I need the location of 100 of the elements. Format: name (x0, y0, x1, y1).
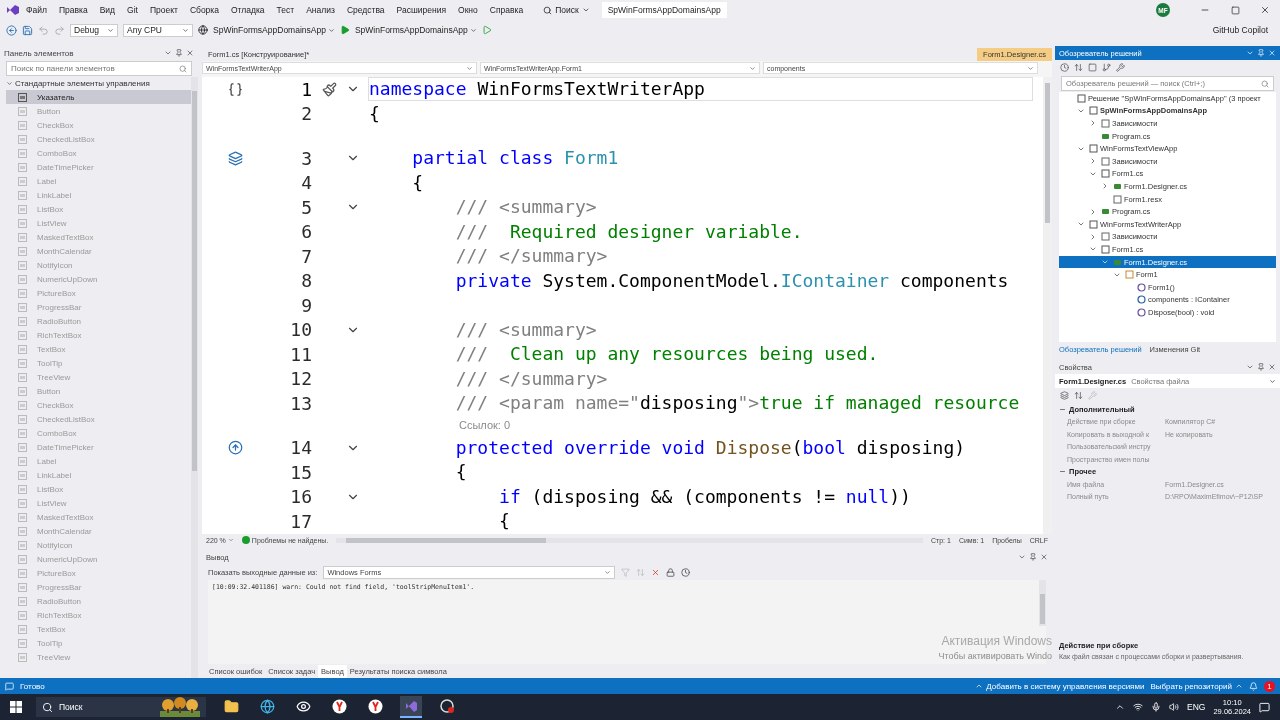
menu-item[interactable]: Git (121, 5, 144, 15)
circle-icon[interactable] (331, 698, 347, 714)
file-icon (1101, 207, 1110, 217)
message-icon (5, 681, 14, 691)
reference-count[interactable]: Ссылок: 0 (459, 418, 511, 431)
menu-item[interactable]: Проект (143, 5, 184, 15)
pin-icon[interactable] (175, 49, 183, 57)
scroll-thumb[interactable] (192, 91, 197, 471)
menu-item[interactable]: Сборка (183, 5, 225, 15)
search-button[interactable]: Поиск (535, 5, 598, 15)
notification-badge: 1 (1264, 680, 1275, 692)
caret-icon (1235, 682, 1243, 690)
code-line: { (454, 460, 468, 485)
code-line: { (411, 170, 425, 195)
collapse-icon[interactable] (1088, 63, 1097, 72)
menu-item[interactable]: Анализ (300, 5, 341, 15)
file-icon (1101, 131, 1110, 141)
clear-icon[interactable] (651, 567, 661, 577)
search-icon (42, 701, 53, 713)
tray-icon[interactable] (1115, 702, 1126, 712)
categorized-icon[interactable] (1060, 391, 1069, 400)
search-icon (1261, 79, 1269, 88)
file-icon (1113, 257, 1122, 267)
copilot-button[interactable]: GitHub Copilot (1212, 25, 1268, 35)
collapsed-icon[interactable] (1089, 157, 1097, 166)
caret-icon (466, 64, 473, 72)
dropdown-icon[interactable] (1246, 363, 1254, 371)
code-line: if (disposing && (components != null)) (498, 484, 912, 509)
menu-item[interactable]: Расширения (390, 5, 452, 15)
collapsed-icon[interactable] (1089, 119, 1097, 128)
sync-icon[interactable] (1074, 63, 1083, 72)
collapsed-icon[interactable] (1101, 182, 1109, 191)
volume-icon[interactable] (1169, 702, 1180, 712)
start-button[interactable]: SpWinFormsAppDomainsApp (354, 25, 477, 35)
notifications-icon[interactable] (1259, 701, 1270, 713)
menu-item[interactable]: Отладка (225, 5, 271, 15)
menu-item[interactable]: Вид (93, 5, 121, 15)
menu-item[interactable]: Тест (270, 5, 301, 15)
pin-icon[interactable] (1257, 363, 1265, 371)
eye-icon[interactable] (295, 698, 311, 714)
dropdown-icon[interactable] (1018, 553, 1026, 561)
menu-item[interactable]: Правка (52, 5, 94, 15)
save-icon[interactable] (22, 24, 33, 36)
ribbon-icon[interactable] (403, 698, 419, 714)
line-number: 1 (300, 78, 312, 100)
globe-icon[interactable] (259, 698, 275, 714)
language-indicator[interactable]: ENG (1187, 702, 1206, 712)
wrench-icon[interactable] (1116, 63, 1125, 72)
project-icon (1113, 194, 1122, 204)
lock-icon[interactable] (666, 567, 676, 577)
clock-icon[interactable] (1060, 63, 1069, 72)
play-icon[interactable] (339, 25, 350, 35)
line-number: 4 (300, 172, 312, 194)
menu-item[interactable]: Окно (452, 5, 484, 15)
caret-icon (1027, 64, 1034, 72)
branch-icon[interactable] (1102, 63, 1111, 72)
network-icon[interactable] (1133, 702, 1144, 712)
close-icon[interactable] (1260, 5, 1270, 15)
repository-button[interactable]: Выбрать репозиторий (1150, 681, 1243, 691)
scroll-thumb[interactable] (346, 537, 547, 543)
sort-icon[interactable] (1074, 391, 1083, 400)
close-icon[interactable] (1268, 363, 1276, 371)
menu-item[interactable]: Средства (340, 5, 391, 15)
maximize-icon[interactable] (1230, 5, 1240, 15)
pin-icon[interactable] (1257, 49, 1265, 57)
platform-dropdown[interactable]: Any CPU (123, 23, 193, 37)
caret-icon (581, 6, 590, 14)
line-number: 17 (289, 510, 312, 532)
collapsed-icon[interactable] (1089, 232, 1097, 241)
dropdown-icon[interactable] (1246, 49, 1254, 57)
scroll-thumb[interactable] (1045, 83, 1050, 223)
circle-icon[interactable] (367, 698, 383, 714)
dropdown-icon[interactable] (1269, 377, 1276, 385)
record-icon[interactable] (439, 698, 455, 714)
clock-icon[interactable] (681, 567, 691, 577)
menu-item[interactable]: Файл (20, 5, 53, 15)
windows-icon[interactable] (10, 701, 22, 713)
close-icon[interactable] (1040, 553, 1048, 561)
configuration-dropdown[interactable]: Debug (70, 23, 118, 37)
search-field[interactable]: Поиск по панели элементов (6, 61, 192, 76)
scroll-thumb[interactable] (1040, 594, 1045, 624)
back-icon[interactable] (6, 24, 17, 36)
line-number: 14 (289, 437, 312, 459)
folder-icon[interactable] (223, 698, 239, 714)
play-icon[interactable] (481, 25, 492, 35)
search-field[interactable]: Поиск (36, 697, 206, 717)
close-icon[interactable] (186, 49, 194, 57)
line-number: 2 (300, 103, 312, 125)
group-header[interactable]: Стандартные элементы управления (6, 77, 191, 90)
microphone-icon[interactable] (1151, 702, 1162, 712)
pin-icon[interactable] (1029, 553, 1037, 561)
collapsed-icon[interactable] (1089, 207, 1097, 216)
bell-icon[interactable] (1249, 681, 1258, 691)
menu-item[interactable]: Справка (483, 5, 530, 15)
toolbox-item[interactable]: Указатель (6, 90, 191, 104)
code-line: /// Required designer variable. (454, 219, 804, 244)
dropdown-icon[interactable] (164, 49, 172, 57)
startup-project-dropdown[interactable]: SpWinFormsAppDomainsApp (213, 25, 335, 35)
brush-icon[interactable] (321, 81, 337, 97)
source-control-button[interactable]: Добавить в систему управления версиями (975, 681, 1145, 691)
